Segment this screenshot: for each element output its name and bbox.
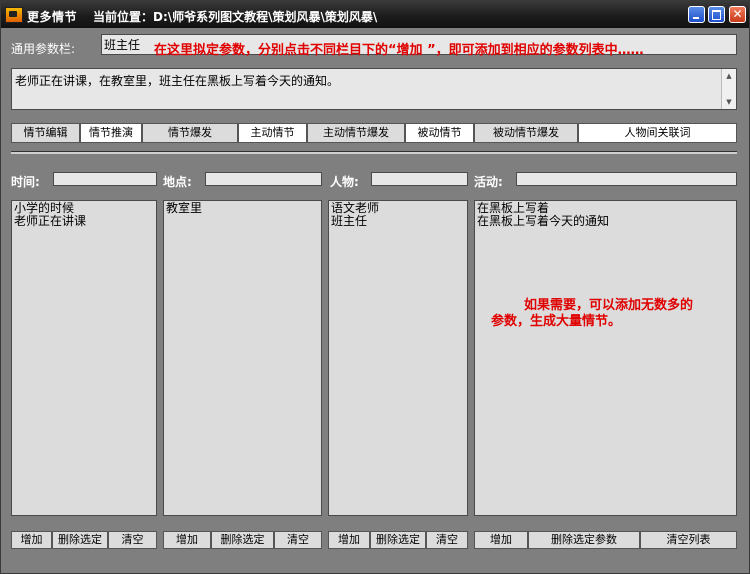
list-item[interactable]: 班主任 [331, 215, 465, 228]
tab-passive-plot-burst[interactable]: 被动情节爆发 [474, 123, 578, 143]
note-line-2: 参数，生成大量情节。 [491, 314, 622, 329]
tab-bar: 情节编辑 情节推演 情节爆发 主动情节 主动情节爆发 被动情节 被动情节爆发 人… [11, 123, 737, 143]
tab-plot-burst[interactable]: 情节爆发 [142, 123, 238, 143]
story-textarea[interactable]: 老师正在讲课，在教室里，班主任在黑板上写着今天的通知。 ▲ ▼ [11, 68, 737, 110]
param-bar-label: 通用参数栏: [11, 42, 76, 56]
time-input[interactable] [53, 172, 157, 186]
place-input[interactable] [205, 172, 322, 186]
activity-input[interactable] [516, 172, 737, 186]
time-add-button[interactable]: 增加 [11, 531, 52, 549]
app-icon [5, 7, 23, 23]
window-title: 更多情节 [27, 10, 78, 24]
minimize-button[interactable] [688, 6, 705, 23]
close-icon: ✕ [732, 7, 743, 21]
current-path: 当前位置：D:\师爷系列图文教程\策划风暴\策划风暴\ [93, 10, 378, 24]
tab-character-relations[interactable]: 人物间关联词 [578, 123, 737, 143]
scroll-down-icon[interactable]: ▼ [724, 97, 734, 107]
person-delete-selected-button[interactable]: 删除选定 [370, 531, 426, 549]
param-input-value: 班主任 [104, 38, 141, 52]
list-item[interactable]: 老师正在讲课 [14, 215, 154, 228]
list-item[interactable]: 教室里 [166, 202, 319, 215]
time-delete-selected-button[interactable]: 删除选定 [52, 531, 108, 549]
place-clear-button[interactable]: 清空 [274, 531, 322, 549]
time-label: 时间: [11, 175, 40, 189]
tab-plot-deduce[interactable]: 情节推演 [80, 123, 142, 143]
param-hint: 在这里拟定参数，分别点击不同栏目下的“增加 ”，即可添加到相应的参数列表中…… [154, 43, 644, 58]
activity-list[interactable]: 在黑板上写着 在黑板上写着今天的通知 [474, 200, 737, 516]
maximize-icon [709, 7, 724, 22]
main-window: 更多情节 当前位置：D:\师爷系列图文教程\策划风暴\策划风暴\ ✕ 通用参数栏… [0, 0, 750, 574]
person-input[interactable] [371, 172, 468, 186]
clear-list-button[interactable]: 清空列表 [640, 531, 737, 549]
section-divider [11, 151, 737, 154]
tab-active-plot[interactable]: 主动情节 [238, 123, 307, 143]
activity-label: 活动: [474, 175, 503, 189]
person-list[interactable]: 语文老师 班主任 [328, 200, 468, 516]
title-bar[interactable]: 更多情节 当前位置：D:\师爷系列图文教程\策划风暴\策划风暴\ ✕ [1, 1, 749, 28]
story-scrollbar[interactable]: ▲ ▼ [721, 69, 736, 109]
person-label: 人物: [330, 175, 359, 189]
tab-plot-edit[interactable]: 情节编辑 [11, 123, 80, 143]
place-add-button[interactable]: 增加 [163, 531, 211, 549]
tab-passive-plot[interactable]: 被动情节 [405, 123, 474, 143]
time-clear-button[interactable]: 清空 [108, 531, 157, 549]
delete-selected-params-button[interactable]: 删除选定参数 [528, 531, 640, 549]
maximize-button[interactable] [708, 6, 725, 23]
story-text: 老师正在讲课，在教室里，班主任在黑板上写着今天的通知。 [15, 74, 340, 88]
person-add-button[interactable]: 增加 [328, 531, 370, 549]
time-list[interactable]: 小学的时候 老师正在讲课 [11, 200, 157, 516]
place-delete-selected-button[interactable]: 删除选定 [211, 531, 274, 549]
place-label: 地点: [163, 175, 192, 189]
close-button[interactable]: ✕ [729, 6, 746, 23]
minimize-icon [689, 7, 704, 22]
person-clear-button[interactable]: 清空 [426, 531, 468, 549]
activity-add-button[interactable]: 增加 [474, 531, 528, 549]
tab-active-plot-burst[interactable]: 主动情节爆发 [307, 123, 405, 143]
place-list[interactable]: 教室里 [163, 200, 322, 516]
list-item[interactable]: 在黑板上写着今天的通知 [477, 215, 734, 228]
scroll-up-icon[interactable]: ▲ [724, 71, 734, 81]
